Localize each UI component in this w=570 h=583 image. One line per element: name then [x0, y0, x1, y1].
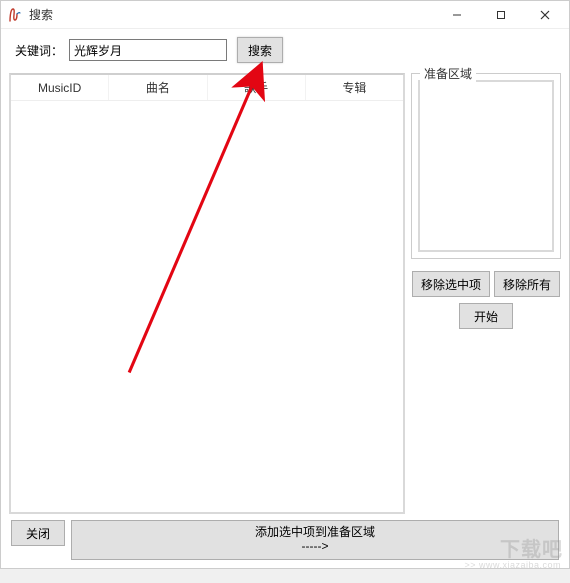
col-music-id[interactable]: MusicID	[11, 75, 109, 100]
staging-legend: 准备区域	[420, 65, 476, 82]
content-area: 关键词： 搜索 MusicID 曲名 歌手 专辑 准备区域	[1, 29, 569, 568]
remove-all-button[interactable]: 移除所有	[494, 271, 560, 297]
minimize-icon	[452, 10, 462, 20]
close-button[interactable]: 关闭	[11, 520, 65, 546]
add-to-staging-button[interactable]: 添加选中项到准备区域 ----->	[71, 520, 559, 560]
col-song-name[interactable]: 曲名	[109, 75, 207, 100]
app-icon	[7, 7, 23, 23]
add-to-staging-label-line1: 添加选中项到准备区域	[255, 526, 375, 540]
add-to-staging-label-line2: ----->	[302, 540, 329, 554]
close-icon	[540, 10, 550, 20]
staging-fieldset: 准备区域	[411, 73, 561, 259]
results-table: MusicID 曲名 歌手 专辑	[9, 73, 405, 514]
minimize-button[interactable]	[435, 2, 479, 28]
staging-list[interactable]	[418, 80, 554, 252]
col-album[interactable]: 专辑	[306, 75, 403, 100]
window-title: 搜索	[29, 6, 53, 23]
app-window: 搜索 关键词： 搜索 MusicID 曲名 歌手	[0, 0, 570, 569]
close-window-button[interactable]	[523, 2, 567, 28]
right-panel: 准备区域 移除选中项 移除所有 开始	[411, 73, 561, 514]
col-artist[interactable]: 歌手	[208, 75, 306, 100]
window-controls	[435, 2, 567, 28]
footer: 关闭 添加选中项到准备区域 ----->	[9, 514, 561, 564]
titlebar: 搜索	[1, 1, 569, 29]
keyword-input[interactable]	[69, 39, 227, 61]
main-row: MusicID 曲名 歌手 专辑 准备区域 移除选中项 移除所有 开始	[9, 73, 561, 514]
remove-selected-button[interactable]: 移除选中项	[412, 271, 490, 297]
staging-buttons-row1: 移除选中项 移除所有	[411, 271, 561, 297]
titlebar-left: 搜索	[7, 6, 53, 23]
table-header: MusicID 曲名 歌手 专辑	[11, 75, 403, 101]
search-row: 关键词： 搜索	[9, 37, 561, 63]
staging-buttons-row2: 开始	[411, 303, 561, 329]
maximize-button[interactable]	[479, 2, 523, 28]
keyword-label: 关键词：	[9, 42, 65, 59]
maximize-icon	[496, 10, 506, 20]
search-button[interactable]: 搜索	[237, 37, 283, 63]
start-button[interactable]: 开始	[459, 303, 513, 329]
table-body[interactable]	[11, 101, 403, 512]
